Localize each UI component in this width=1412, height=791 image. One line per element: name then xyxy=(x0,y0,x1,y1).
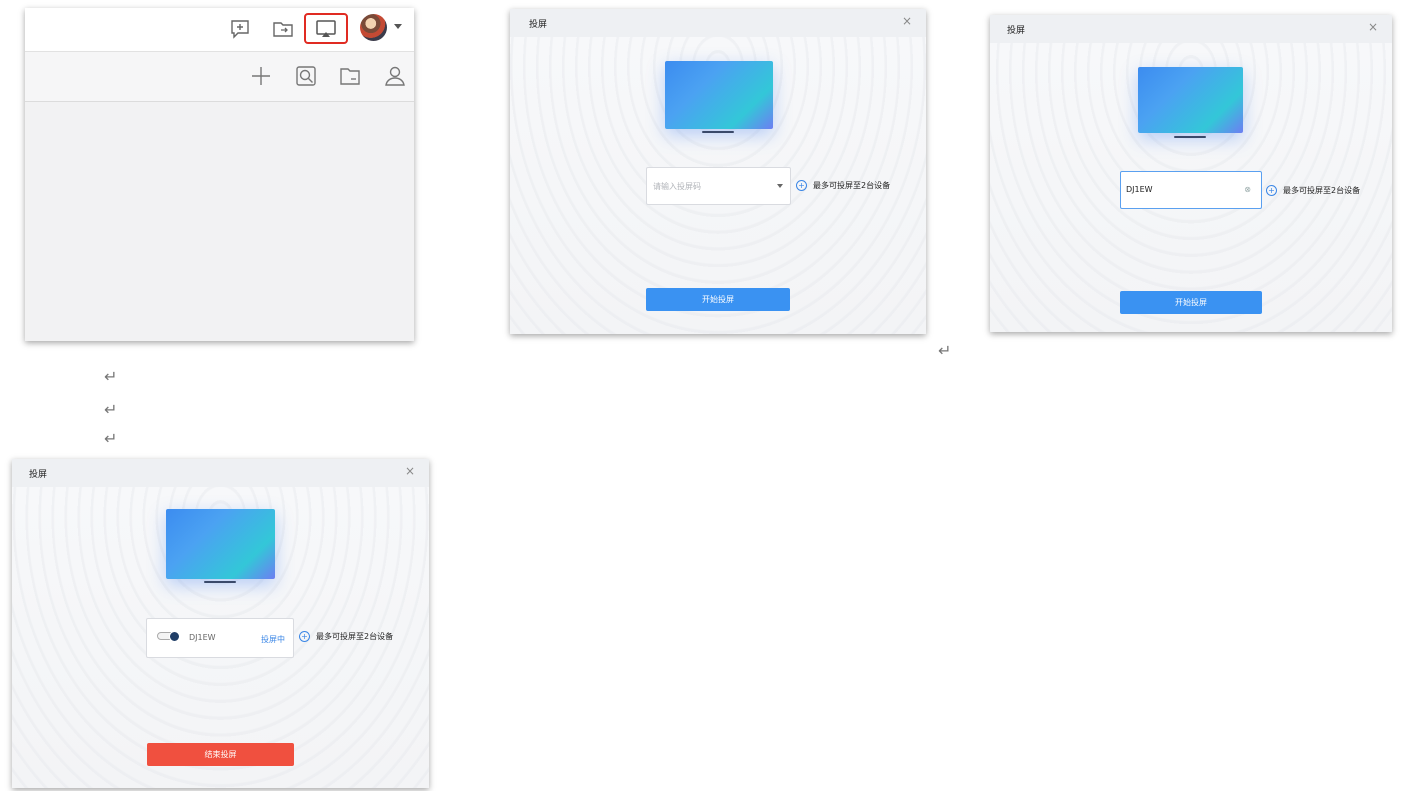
cast-dialog-casting: 投屏 × DJ1EW 投屏中 + 最多可投屏至2台设备 结束投屏 xyxy=(12,459,429,788)
return-mark: ↵ xyxy=(104,429,118,448)
contacts-icon[interactable] xyxy=(383,64,407,88)
app-window xyxy=(25,8,414,341)
dialog-titlebar: 投屏 × xyxy=(510,9,926,37)
casting-status: 投屏中 xyxy=(261,635,285,644)
monitor-illustration xyxy=(665,61,773,129)
avatar[interactable] xyxy=(360,14,387,41)
monitor-illustration xyxy=(166,509,275,579)
plus-icon[interactable] xyxy=(249,64,273,88)
add-circle-icon[interactable]: + xyxy=(796,180,807,191)
search-icon[interactable] xyxy=(294,64,318,88)
monitor-stand xyxy=(1174,136,1206,138)
cast-code-select[interactable]: 请输入投屏码 xyxy=(646,167,791,205)
casting-device-row[interactable]: DJ1EW 投屏中 xyxy=(146,618,294,658)
close-icon[interactable]: × xyxy=(1368,20,1378,34)
add-device-button[interactable]: + 最多可投屏至2台设备 xyxy=(299,631,393,642)
end-cast-button[interactable]: 结束投屏 xyxy=(147,743,294,766)
monitor-stand xyxy=(204,581,236,583)
top-toolbar xyxy=(25,8,414,52)
cast-code-input[interactable]: DJ1EW ⊗ xyxy=(1120,171,1262,209)
dialog-title: 投屏 xyxy=(529,20,548,30)
chevron-down-icon[interactable] xyxy=(777,184,783,188)
start-cast-button[interactable]: 开始投屏 xyxy=(646,288,790,311)
dialog-title: 投屏 xyxy=(29,470,48,480)
add-device-label: 最多可投屏至2台设备 xyxy=(813,181,891,190)
device-toggle[interactable] xyxy=(157,631,180,642)
folder-icon[interactable] xyxy=(338,64,362,88)
add-device-button[interactable]: + 最多可投屏至2台设备 xyxy=(1266,185,1360,196)
return-mark: ↵ xyxy=(104,367,118,386)
add-device-label: 最多可投屏至2台设备 xyxy=(316,632,394,641)
secondary-toolbar xyxy=(25,52,414,102)
monitor-illustration xyxy=(1138,67,1243,133)
cast-dialog-empty: 投屏 × 请输入投屏码 + 最多可投屏至2台设备 开始投屏 xyxy=(510,9,926,334)
screen-cast-icon[interactable] xyxy=(314,17,338,41)
cast-code-placeholder: 请输入投屏码 xyxy=(653,182,701,191)
dialog-titlebar: 投屏 × xyxy=(12,459,429,487)
close-icon[interactable]: × xyxy=(902,14,912,28)
dialog-titlebar: 投屏 × xyxy=(990,15,1392,43)
cast-dialog-typed: 投屏 × DJ1EW ⊗ + 最多可投屏至2台设备 开始投屏 xyxy=(990,15,1392,332)
add-device-label: 最多可投屏至2台设备 xyxy=(1283,186,1361,195)
add-circle-icon[interactable]: + xyxy=(1266,185,1277,196)
add-circle-icon[interactable]: + xyxy=(299,631,310,642)
close-icon[interactable]: × xyxy=(405,464,415,478)
monitor-stand xyxy=(702,131,734,133)
return-mark: ↵ xyxy=(938,341,952,360)
dropdown-caret-icon[interactable] xyxy=(394,24,402,29)
cast-code-value: DJ1EW xyxy=(1126,185,1153,194)
add-device-button[interactable]: + 最多可投屏至2台设备 xyxy=(796,180,890,191)
folder-share-icon[interactable] xyxy=(271,17,295,41)
new-chat-icon[interactable] xyxy=(228,17,252,41)
clear-icon[interactable]: ⊗ xyxy=(1244,185,1251,194)
return-mark: ↵ xyxy=(104,400,118,419)
device-name: DJ1EW xyxy=(189,633,216,642)
toggle-knob xyxy=(169,631,180,642)
dialog-title: 投屏 xyxy=(1007,26,1026,36)
start-cast-button[interactable]: 开始投屏 xyxy=(1120,291,1262,314)
